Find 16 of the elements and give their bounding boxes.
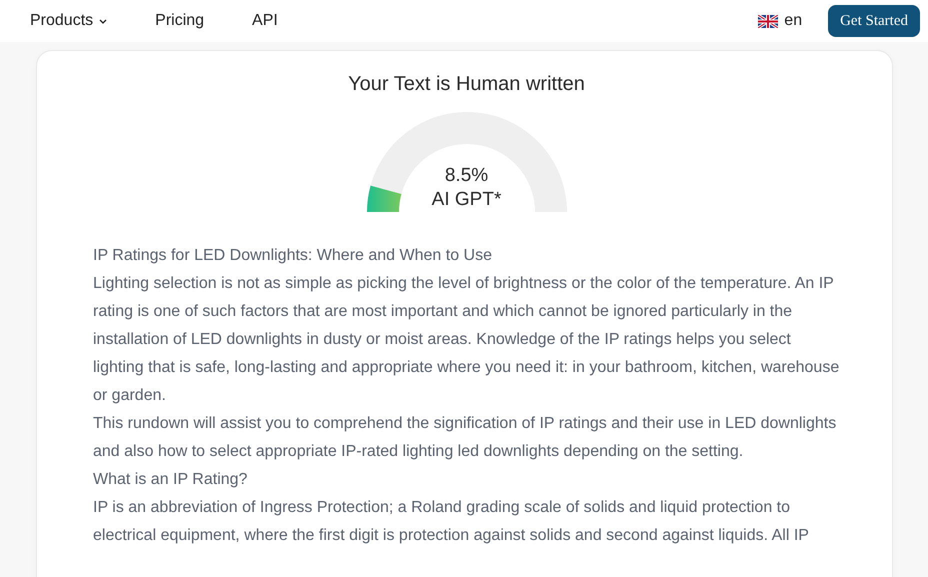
text-paragraph: IP Ratings for LED Downlights: Where and When to Use: [93, 246, 493, 266]
get-started-button[interactable]: Get Started: [828, 5, 920, 37]
text-paragraph: IP is an abbreviation of Ingress Protection; a Roland grading scale of solids and liquid protection to electrical equipment, where the first digit is protection against solids and second against liquids. All IP: [93, 498, 810, 546]
text-paragraph: This rundown will assist you to comprehend the signification of IP ratings and their use in LED downlights and also how to select appropriate IP-rated lighting led downlights depending on the setting.: [93, 414, 838, 462]
nav-link[interactable]: API: [252, 12, 278, 30]
flag-icon: [758, 14, 778, 28]
result-title: Your Text is Human written: [347, 73, 586, 96]
chevron-icon: [99, 18, 108, 24]
nav-link[interactable]: Pricing: [155, 12, 204, 30]
nav-link[interactable]: Products: [30, 12, 108, 30]
language-label[interactable]: en: [784, 12, 802, 30]
gauge-label: AI GPT*: [432, 188, 502, 212]
text-paragraph: Lighting selection is not as simple as picking the level of brightness or the color of the temperature. An IP rating is one of such factors that are most important and which cannot be ignored particularly in the installation of LED downlights in dusty or moist areas. Knowledge of the IP ratings helps you select lighting that is safe, long-lasting and appropriate where you need it: in your bathroom, kitchen, warehouse or garden.: [93, 274, 840, 406]
gauge-fill: [366, 186, 401, 212]
percent-value: 8.5%: [444, 164, 488, 188]
text-paragraph: What is an IP Rating?: [93, 470, 248, 490]
